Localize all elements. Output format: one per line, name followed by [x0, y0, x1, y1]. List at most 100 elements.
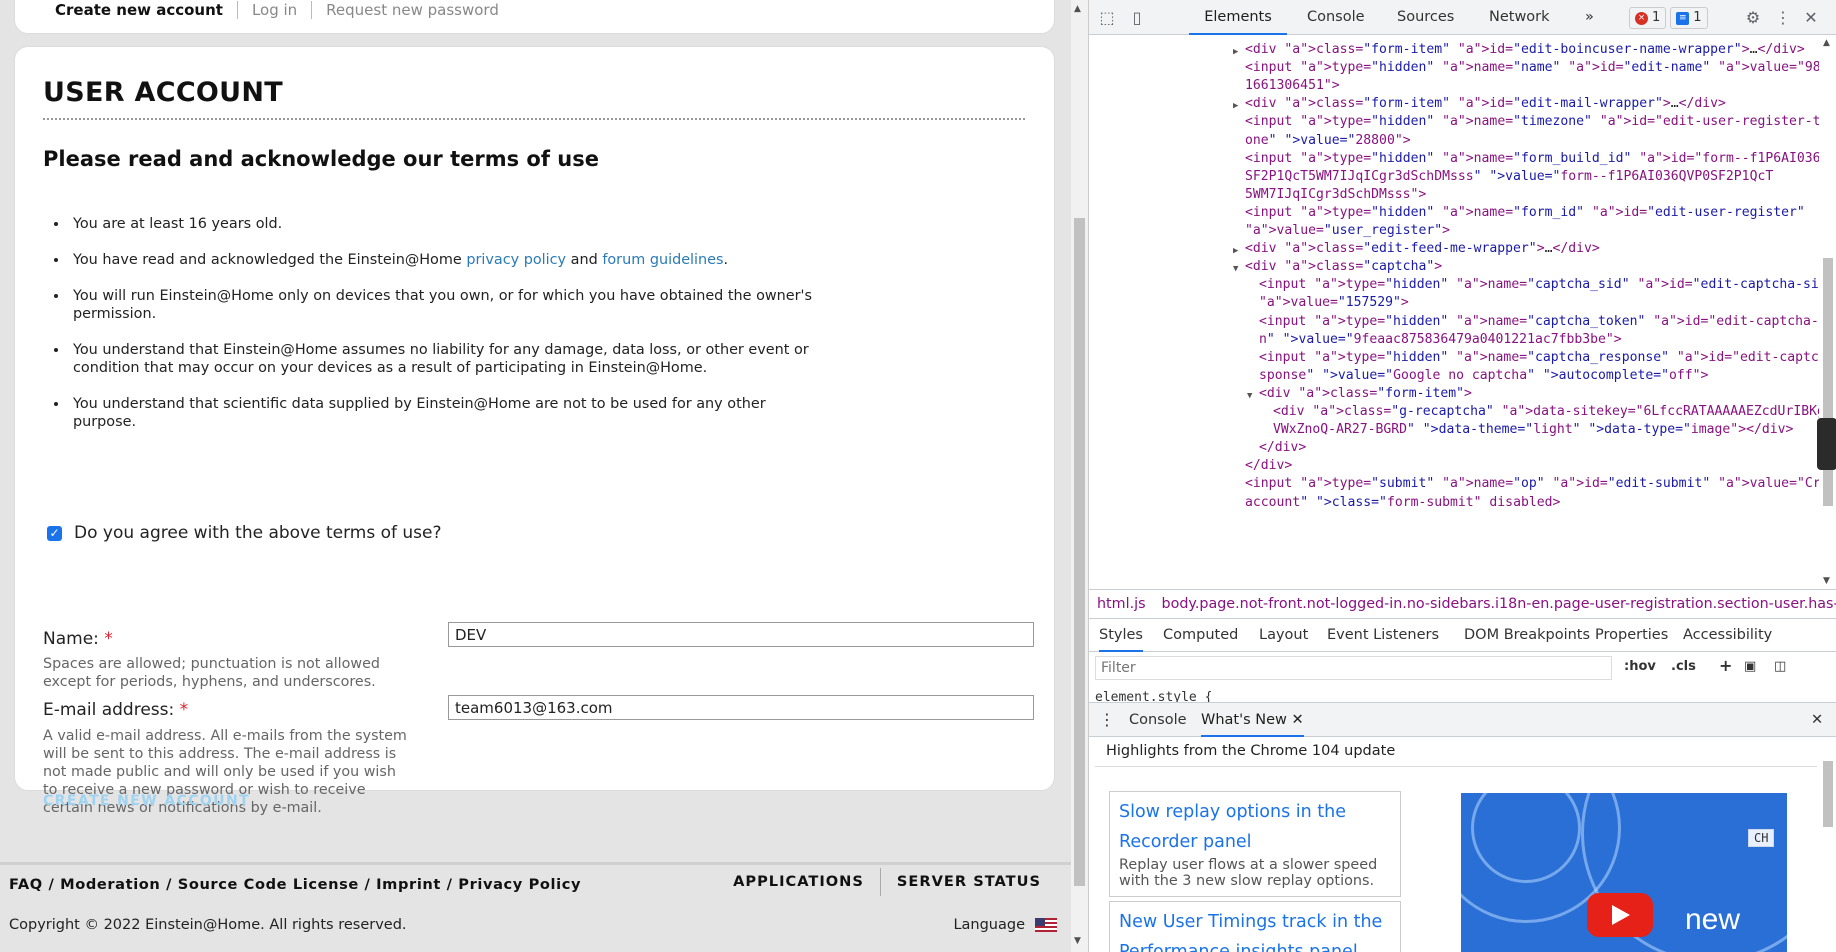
tab-create-account[interactable]: Create new account [41, 1, 237, 19]
message-count: 1 [1693, 10, 1702, 25]
error-badge[interactable]: × 1 [1629, 7, 1667, 29]
heading-divider [43, 118, 1025, 120]
drawer-tab-console[interactable]: Console [1129, 703, 1187, 737]
forum-guidelines-link[interactable]: forum guidelines [602, 252, 723, 268]
terms-text: . [723, 252, 729, 268]
drawer-menu-icon[interactable]: ⋮ [1099, 703, 1115, 737]
play-icon[interactable] [1587, 893, 1653, 937]
name-description: Spaces are allowed; punctuation is not a… [43, 656, 380, 690]
privacy-policy-link[interactable]: privacy policy [466, 252, 566, 268]
terms-text: You will run Einstein@Home only on devic… [73, 288, 812, 322]
scroll-up-arrow-icon[interactable]: ▲ [1823, 38, 1830, 48]
message-badge[interactable]: ≡ 1 [1670, 7, 1708, 29]
tab-sources[interactable]: Sources [1397, 0, 1454, 35]
devtools-panel: ⬚ ▯ Elements Console Sources Network » ×… [1088, 0, 1836, 952]
hover-state-toggle[interactable]: :hov [1624, 659, 1656, 674]
tab-elements[interactable]: Elements [1189, 0, 1287, 35]
styles-tabbar: Styles Computed Layout Event Listeners D… [1089, 620, 1836, 652]
email-label-text: E-mail address: [43, 700, 175, 720]
footer-links[interactable]: FAQ / Moderation / Source Code License /… [9, 876, 581, 893]
collapse-arrow-icon[interactable]: ▼ [1233, 259, 1238, 280]
class-toggle[interactable]: .cls [1671, 659, 1696, 674]
tab-computed[interactable]: Computed [1163, 620, 1238, 652]
highlights-title: Highlights from the Chrome 104 update [1106, 743, 1396, 759]
feature-card-title[interactable]: New User Timings track in the Performanc… [1119, 907, 1391, 952]
us-flag-icon [1035, 918, 1057, 932]
tab-request-password[interactable]: Request new password [311, 1, 513, 19]
breadcrumb-item[interactable]: body.page.not-front.not-logged-in.no-sid… [1154, 596, 1836, 612]
copyright-text: Copyright © 2022 Einstein@Home. All righ… [9, 917, 407, 933]
feature-card[interactable]: New User Timings track in the Performanc… [1109, 901, 1401, 952]
terms-heading: Please read and acknowledge our terms of… [43, 147, 599, 171]
terms-text: You have read and acknowledged the Einst… [73, 252, 467, 268]
server-status-link[interactable]: SERVER STATUS [879, 868, 1057, 896]
tab-dom-breakpoints[interactable]: DOM Breakpoints [1464, 620, 1590, 652]
paint-icon[interactable]: ▣ [1744, 659, 1756, 674]
name-label: Name: * [43, 629, 113, 649]
applications-link[interactable]: APPLICATIONS [717, 868, 880, 896]
tab-accessibility[interactable]: Accessibility [1683, 620, 1772, 652]
page-title: USER ACCOUNT [43, 77, 284, 108]
divider [1095, 766, 1817, 767]
dom-node-line[interactable]: account" ">class="form-submit" disabled> [1245, 492, 1560, 513]
close-devtools-icon[interactable]: ✕ [1801, 8, 1821, 28]
feature-card-description: Replay user flows at a slower speed with… [1119, 857, 1378, 889]
styles-filter-input[interactable] [1095, 656, 1612, 680]
drawer-tab-whats-new[interactable]: What's New ✕ [1201, 703, 1304, 737]
page-scroll-thumb[interactable] [1074, 218, 1085, 886]
close-drawer-icon[interactable]: ✕ [1811, 703, 1823, 737]
name-field[interactable] [448, 622, 1034, 647]
close-tab-icon[interactable]: ✕ [1291, 712, 1303, 728]
tab-properties[interactable]: Properties [1595, 620, 1668, 652]
scroll-up-arrow-icon[interactable]: ▲ [1074, 4, 1081, 14]
inspect-element-icon[interactable]: ⬚ [1097, 8, 1117, 28]
chrome-update-video-thumbnail[interactable]: new [1461, 793, 1787, 952]
page-scrollbar[interactable]: ▲ ▼ [1071, 0, 1088, 952]
breadcrumb-item[interactable]: html.js [1089, 596, 1154, 612]
tab-log-in[interactable]: Log in [236, 1, 311, 19]
more-tabs-icon[interactable]: » [1585, 0, 1594, 35]
feature-card[interactable]: Slow replay options in the Recorder pane… [1109, 791, 1401, 897]
account-tabs-card: Create new account Log in Request new pa… [14, 0, 1055, 34]
terms-item: You have read and acknowledged the Einst… [69, 251, 829, 269]
styles-filter-row: :hov .cls + ▣ ◫ [1089, 652, 1836, 684]
device-toolbar-icon[interactable]: ▯ [1127, 8, 1147, 28]
sidebar-toggle-icon[interactable]: ◫ [1774, 659, 1786, 674]
scroll-down-arrow-icon[interactable]: ▼ [1074, 936, 1081, 946]
language-selector[interactable]: Language [953, 917, 1057, 933]
side-handle[interactable] [1817, 418, 1836, 470]
feature-card-title[interactable]: Slow replay options in the Recorder pane… [1119, 797, 1391, 857]
tab-styles[interactable]: Styles [1099, 620, 1143, 652]
devtools-toolbar: ⬚ ▯ Elements Console Sources Network » ×… [1089, 0, 1836, 35]
terms-item: You are at least 16 years old. [69, 215, 829, 233]
settings-gear-icon[interactable]: ⚙ [1743, 8, 1763, 28]
scroll-down-arrow-icon[interactable]: ▼ [1823, 576, 1830, 586]
create-account-button[interactable]: CREATE NEW ACCOUNT [43, 793, 250, 809]
dom-node-line[interactable]: VWxZnoQ-AR27-BGRD" ">data-theme="light" … [1273, 419, 1793, 440]
terms-text: You understand that scientific data supp… [73, 396, 766, 430]
add-rule-icon[interactable]: + [1719, 656, 1732, 675]
collapse-arrow-icon[interactable]: ▼ [1247, 386, 1252, 407]
tab-layout[interactable]: Layout [1259, 620, 1308, 652]
footer-right-links: APPLICATIONS SERVER STATUS [717, 868, 1057, 896]
tab-event-listeners[interactable]: Event Listeners [1327, 620, 1439, 652]
email-label: E-mail address: * [43, 700, 188, 720]
more-options-icon[interactable]: ⋮ [1773, 8, 1793, 28]
drawer-scrollbar[interactable] [1819, 739, 1836, 952]
agree-checkbox[interactable]: ✓ [47, 525, 62, 541]
dom-breadcrumb: html.js body.page.not-front.not-logged-in… [1089, 589, 1836, 619]
drawer-scroll-thumb[interactable] [1823, 761, 1833, 827]
tab-network[interactable]: Network [1489, 0, 1550, 35]
expand-arrow-icon[interactable]: ▶ [1233, 42, 1238, 63]
dom-scrollbar[interactable]: ▲ ▼ [1819, 36, 1836, 589]
issue-badges: × 1 ≡ 1 [1629, 7, 1708, 29]
video-caption: new [1685, 903, 1741, 936]
required-marker: * [179, 700, 189, 720]
email-field[interactable] [448, 695, 1034, 720]
drawer-tabbar: ⋮ Console What's New ✕ ✕ [1089, 703, 1836, 737]
ch-badge: CH [1748, 829, 1775, 847]
terms-item: You understand that Einstein@Home assume… [69, 341, 829, 377]
tab-console[interactable]: Console [1307, 0, 1365, 35]
agree-terms-row: ✓ Do you agree with the above terms of u… [47, 523, 442, 543]
expand-arrow-icon[interactable]: ▶ [1233, 96, 1238, 117]
